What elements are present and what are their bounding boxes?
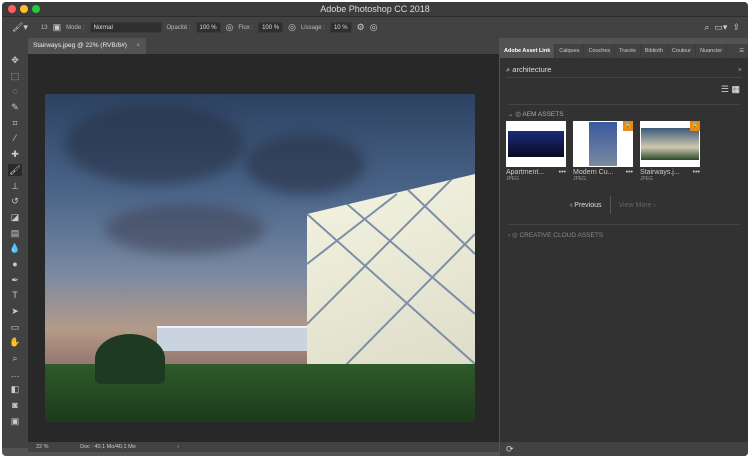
airbrush-icon[interactable]: ◎ — [288, 22, 296, 33]
minimize-button[interactable] — [20, 5, 28, 13]
brush-tool-icon[interactable]: 🖌 — [8, 163, 22, 176]
history-brush-tool-icon[interactable]: ↺ — [8, 195, 22, 207]
search-field[interactable]: ⌕ architecture × — [506, 64, 742, 78]
canvas[interactable] — [28, 54, 499, 442]
flux-input[interactable]: 100 % — [258, 22, 284, 33]
brush-panel-icon[interactable]: ▣ — [53, 22, 62, 33]
mode-label: Mode : — [66, 24, 85, 31]
zoom-level[interactable]: 22 % — [36, 444, 49, 450]
eraser-tool-icon[interactable]: ◪ — [8, 211, 22, 223]
asset-card[interactable]: 🔒 Modern Cu... ••• JPEG — [573, 121, 633, 182]
color-swatches-icon[interactable]: ◧ — [8, 383, 22, 395]
tab-adobe-asset-link[interactable]: Adobe Asset Link — [500, 44, 556, 58]
clear-search-icon[interactable]: × — [738, 64, 742, 76]
document-tab-label: Stairways.jpeg @ 22% (RVB/8#) — [33, 42, 127, 49]
opacity-input[interactable]: 100 % — [195, 22, 221, 33]
maximize-button[interactable] — [32, 5, 40, 13]
screen-mode-icon[interactable]: ▣ — [8, 415, 22, 427]
gear-icon[interactable]: ⚙ — [357, 22, 365, 33]
search-icon: ⌕ — [506, 65, 511, 74]
asset-type: JPEG — [573, 176, 587, 182]
status-menu-arrow[interactable]: › — [177, 444, 179, 450]
hand-tool-icon[interactable]: ✋ — [8, 336, 22, 348]
zoom-tool-icon[interactable]: ⌕ — [8, 352, 22, 364]
mode-select[interactable]: Normal — [89, 22, 162, 33]
title-bar: Adobe Photoshop CC 2018 — [2, 2, 748, 16]
dodge-tool-icon[interactable]: ● — [8, 258, 22, 270]
flux-label: Flux : — [238, 24, 254, 31]
eyedropper-tool-icon[interactable]: ⁄ — [8, 132, 22, 144]
asset-card[interactable]: 🔒 Stairways.j... ••• JPEG — [640, 121, 700, 182]
aem-assets-section[interactable]: AEM ASSETS — [522, 111, 563, 118]
grid-view-icon[interactable]: ▦ — [731, 84, 740, 94]
options-bar: 🖌▾ 13 ▣ Mode : Normal Opacité : 100 % ◎ … — [2, 16, 748, 38]
tools-panel: ✥ ⬚ ◌ ✎ ⌗ ⁄ ✚ 🖌 ⊥ ↺ ◪ ▤ 💧 ● ✒ T ➤ ▭ ✋ ⌕ … — [2, 38, 28, 448]
refresh-icon[interactable]: ⟳ — [500, 442, 748, 456]
healing-brush-tool-icon[interactable]: ✚ — [8, 148, 22, 160]
quick-selection-tool-icon[interactable]: ✎ — [8, 101, 22, 113]
asset-name: Stairways.j... — [640, 169, 680, 176]
pressure-opacity-icon[interactable]: ◎ — [226, 22, 234, 33]
asset-type: JPEG — [640, 176, 654, 182]
asset-card[interactable]: Apartment... ••• JPEG — [506, 121, 566, 182]
more-tools-icon[interactable]: … — [8, 368, 22, 380]
opacity-label: Opacité : — [166, 24, 191, 31]
rectangle-tool-icon[interactable]: ▭ — [8, 321, 22, 333]
creative-cloud-assets-section[interactable]: CREATIVE CLOUD ASSETS — [519, 232, 603, 239]
lissage-label: Lissage : — [300, 24, 325, 31]
previous-label: Previous — [574, 201, 602, 209]
gradient-tool-icon[interactable]: ▤ — [8, 227, 22, 239]
type-tool-icon[interactable]: T — [8, 289, 22, 301]
asset-name: Apartment... — [506, 169, 545, 176]
workspace-icon[interactable]: ▭▾ — [714, 22, 727, 33]
clone-stamp-tool-icon[interactable]: ⊥ — [8, 180, 22, 192]
crop-tool-icon[interactable]: ⌗ — [8, 117, 22, 129]
more-options-icon[interactable]: ••• — [559, 169, 566, 176]
share-icon[interactable]: ⇪ — [732, 22, 740, 33]
quick-mask-icon[interactable]: ◙ — [8, 399, 22, 411]
search-input[interactable]: architecture — [512, 65, 551, 74]
panel-menu-icon[interactable]: ☰ — [735, 44, 748, 58]
window-title: Adobe Photoshop CC 2018 — [320, 4, 430, 14]
asset-name: Modern Cu... — [573, 169, 614, 176]
asset-type: JPEG — [506, 176, 520, 182]
expand-chevron-icon[interactable]: › ◎ — [508, 232, 519, 239]
view-more-button[interactable]: View More › — [619, 202, 656, 209]
tab-couches[interactable]: Couches — [584, 44, 616, 58]
tab-calques[interactable]: Calques — [555, 44, 585, 58]
lock-icon: 🔒 — [690, 121, 700, 131]
photoshop-window: Adobe Photoshop CC 2018 🖌▾ 13 ▣ Mode : N… — [2, 2, 748, 456]
path-selection-tool-icon[interactable]: ➤ — [8, 305, 22, 317]
blur-tool-icon[interactable]: 💧 — [8, 242, 22, 254]
document-tab[interactable]: Stairways.jpeg @ 22% (RVB/8#) × — [28, 38, 146, 54]
pressure-size-icon[interactable]: ◎ — [370, 22, 378, 33]
search-icon[interactable]: ⌕ — [704, 22, 709, 33]
move-tool-icon[interactable]: ✥ — [8, 54, 22, 66]
tab-couleur[interactable]: Couleur — [668, 44, 697, 58]
more-options-icon[interactable]: ••• — [693, 169, 700, 176]
tab-traces[interactable]: Tracés — [615, 44, 641, 58]
more-options-icon[interactable]: ••• — [626, 169, 633, 176]
tab-nuancier[interactable]: Nuancier — [696, 44, 728, 58]
stairways-image — [45, 94, 475, 422]
lissage-input[interactable]: 10 % — [329, 22, 352, 33]
close-tab-icon[interactable]: × — [136, 38, 140, 54]
view-more-label: View More — [618, 201, 652, 209]
doc-size: Doc : 40,1 Mo/40,1 Mo — [80, 444, 136, 450]
close-button[interactable] — [8, 5, 16, 13]
collapse-chevron-icon[interactable]: ⌄ ◎ — [508, 111, 522, 118]
brush-tool-preset-icon[interactable]: 🖌▾ — [12, 22, 28, 33]
document-area: Stairways.jpeg @ 22% (RVB/8#) × 22 % Doc … — [28, 38, 499, 452]
previous-button[interactable]: ‹ Previous — [570, 202, 602, 209]
status-bar: 22 % Doc : 40,1 Mo/40,1 Mo › — [28, 442, 499, 452]
brush-size[interactable]: 13 — [41, 25, 48, 31]
tab-bibliotheques[interactable]: Biblioth — [641, 44, 668, 58]
list-view-icon[interactable]: ☰ — [721, 84, 729, 94]
pen-tool-icon[interactable]: ✒ — [8, 274, 22, 286]
lasso-tool-icon[interactable]: ◌ — [8, 85, 22, 97]
marquee-tool-icon[interactable]: ⬚ — [8, 70, 22, 82]
lock-icon: 🔒 — [623, 121, 633, 131]
asset-link-panel: Adobe Asset Link Calques Couches Tracés … — [500, 38, 748, 456]
